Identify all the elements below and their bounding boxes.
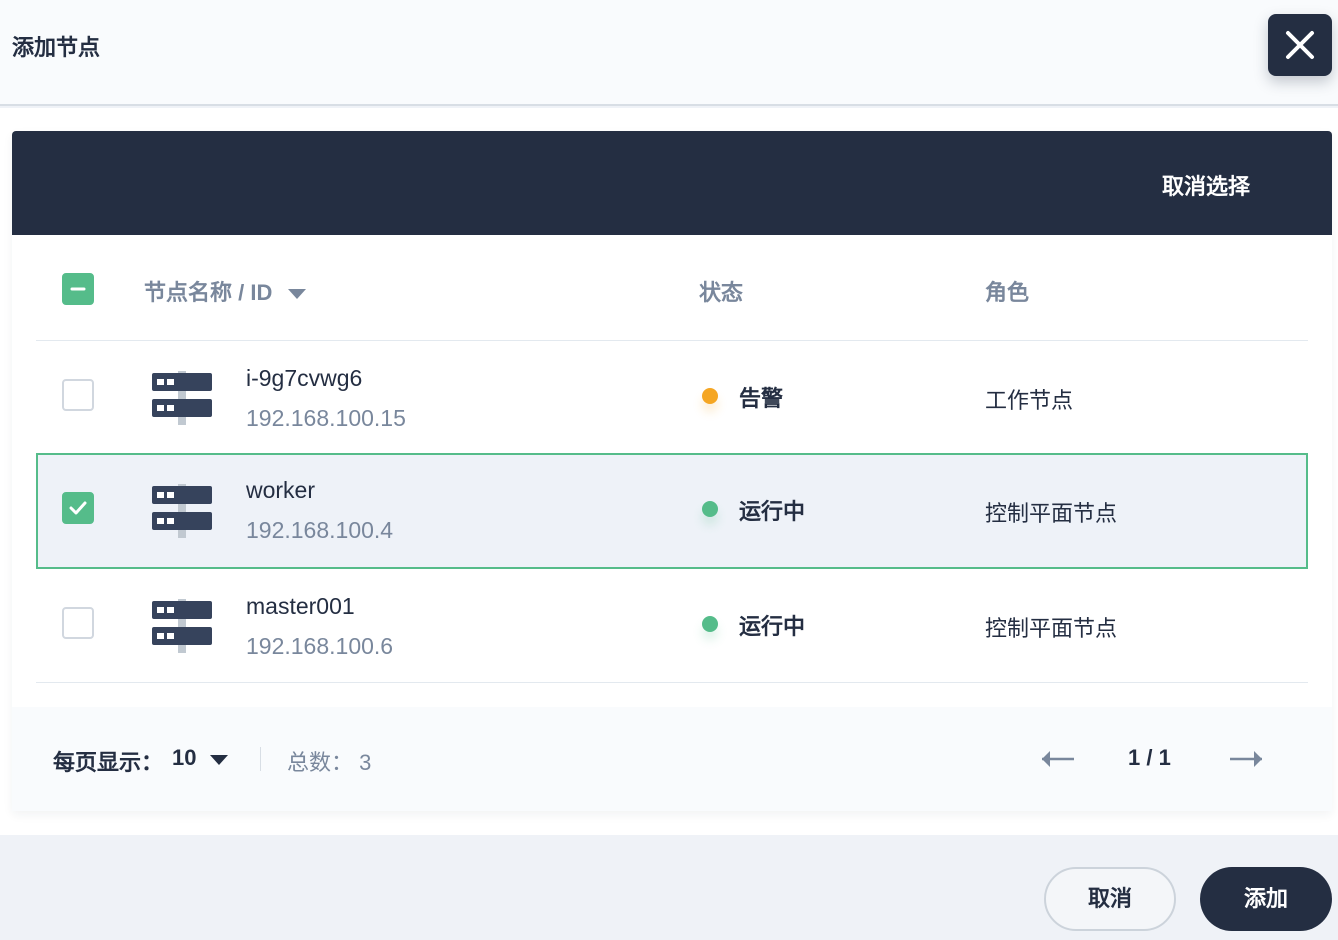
status-dot-warning	[702, 388, 718, 404]
minus-icon	[70, 287, 86, 291]
server-icon	[152, 599, 212, 653]
node-table-panel: 取消选择 节点名称 / ID 状态 角色 i-9g7cvwg6 192.168.…	[12, 131, 1332, 811]
status-dot-running	[702, 616, 718, 632]
arrow-right-icon[interactable]	[1228, 749, 1264, 769]
role-text: 控制平面节点	[985, 616, 1118, 641]
column-header-name[interactable]: 节点名称 / ID	[144, 275, 307, 307]
table-row-selected[interactable]: worker 192.168.100.4 运行中 控制平面节点	[36, 453, 1308, 569]
status-text: 运行中	[739, 614, 806, 639]
add-button[interactable]: 添加	[1200, 867, 1332, 931]
dialog-title: 添加节点	[12, 35, 101, 60]
server-icon	[152, 371, 212, 425]
close-icon	[1286, 31, 1314, 59]
row-checkbox[interactable]	[62, 607, 94, 639]
selection-toolbar: 取消选择	[12, 131, 1332, 235]
select-all-checkbox[interactable]	[62, 273, 94, 305]
column-header-role: 角色	[985, 280, 1030, 305]
total-count: 总数： 3	[287, 750, 372, 775]
row-checkbox[interactable]	[62, 379, 94, 411]
deselect-button[interactable]: 取消选择	[1162, 169, 1250, 201]
node-ip: 192.168.100.4	[246, 517, 394, 543]
page-info: 1 / 1	[1128, 745, 1171, 770]
node-name[interactable]: worker	[246, 477, 315, 504]
caret-down-icon[interactable]	[288, 289, 307, 300]
per-page-select[interactable]: 10	[172, 745, 196, 771]
close-button[interactable]	[1268, 14, 1332, 76]
per-page-label: 每页显示：	[53, 750, 164, 775]
server-icon	[152, 484, 212, 538]
caret-down-icon[interactable]	[210, 755, 228, 765]
role-text: 控制平面节点	[985, 501, 1118, 526]
status-text: 告警	[739, 386, 784, 411]
pagination-bar: 每页显示： 10 总数： 3 1 / 1	[12, 707, 1332, 811]
status-text: 运行中	[739, 499, 806, 524]
node-name[interactable]: master001	[246, 593, 355, 620]
cancel-button[interactable]: 取消	[1044, 867, 1176, 931]
node-ip: 192.168.100.6	[246, 633, 394, 659]
table-header: 节点名称 / ID 状态 角色	[36, 235, 1308, 341]
check-icon	[69, 501, 87, 515]
dialog-header: 添加节点	[0, 0, 1338, 106]
column-header-status: 状态	[699, 280, 744, 305]
node-name[interactable]: i-9g7cvwg6	[246, 365, 362, 392]
status-dot-running	[702, 501, 718, 517]
column-header-name-label: 节点名称 / ID	[144, 280, 273, 305]
row-checkbox-checked[interactable]	[62, 492, 94, 524]
table-row[interactable]: i-9g7cvwg6 192.168.100.15 告警 工作节点	[36, 341, 1308, 455]
role-text: 工作节点	[985, 388, 1074, 413]
arrow-left-icon[interactable]	[1040, 749, 1076, 769]
node-ip: 192.168.100.15	[246, 405, 406, 431]
divider	[260, 747, 261, 771]
table-row[interactable]: master001 192.168.100.6 运行中 控制平面节点	[36, 569, 1308, 683]
